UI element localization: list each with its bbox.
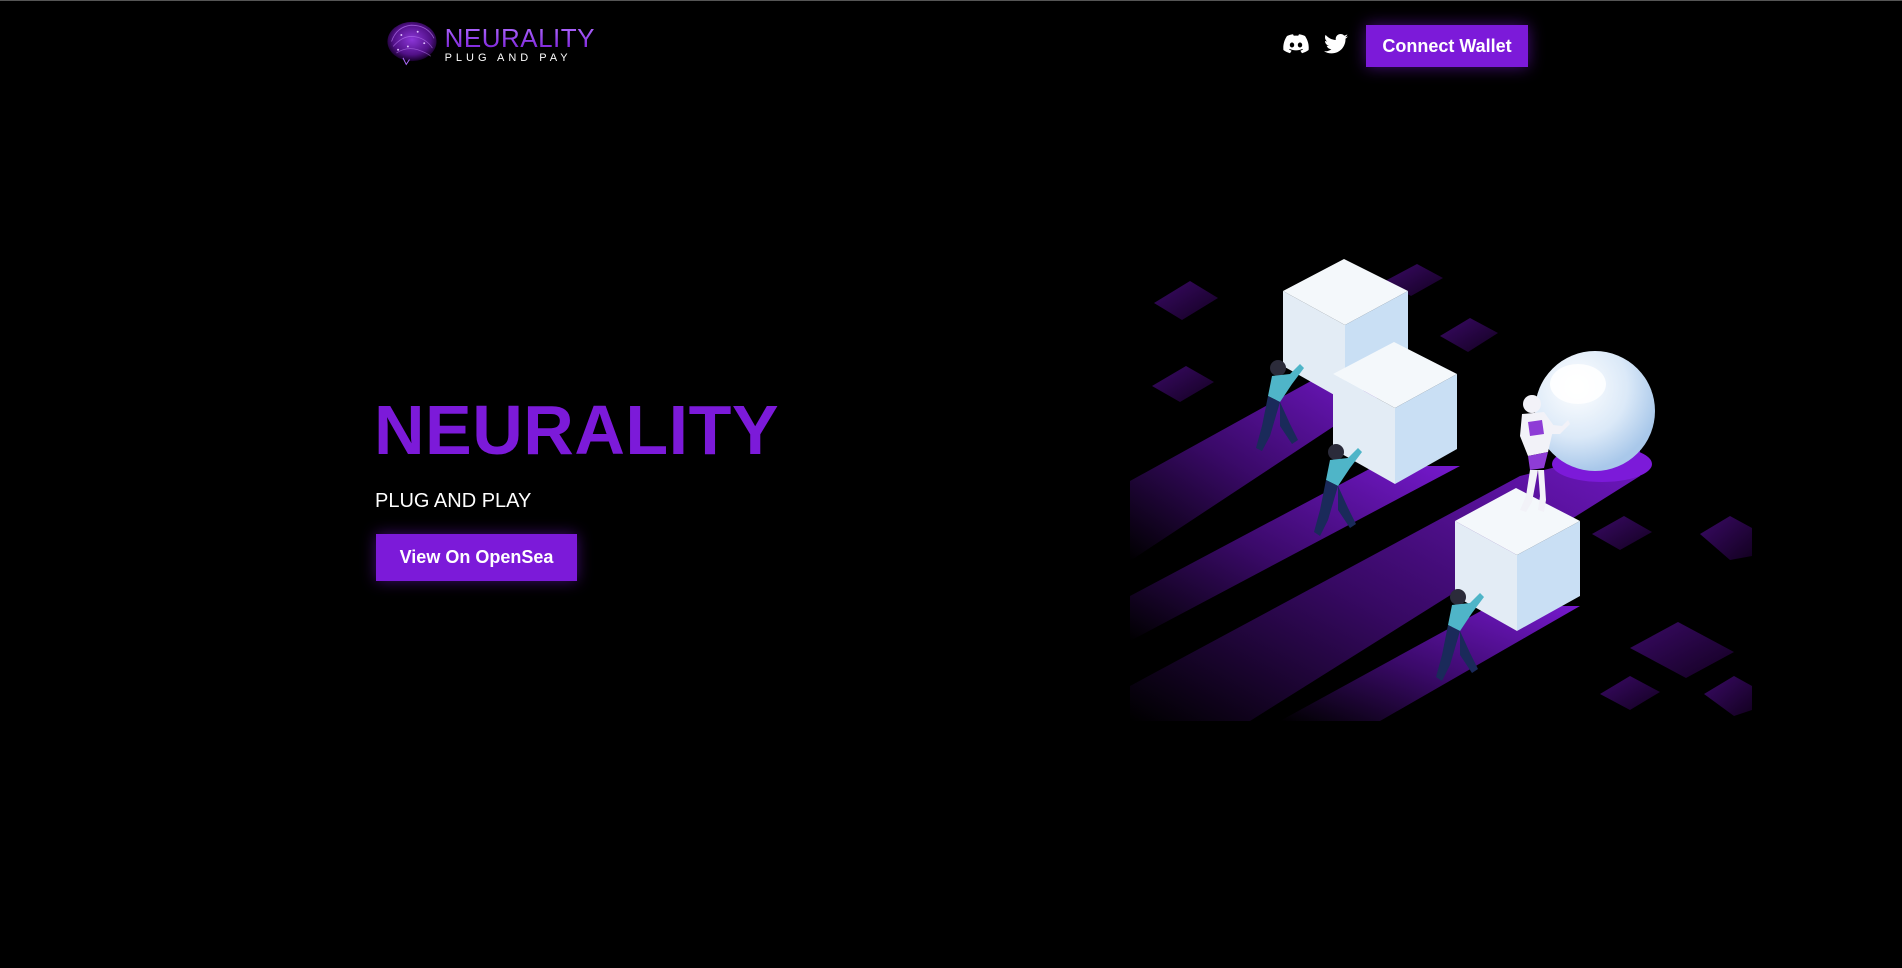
twitter-icon[interactable] <box>1323 31 1349 57</box>
brain-logo-icon <box>387 21 437 66</box>
logo-subtitle: PLUG AND PAY <box>444 51 572 64</box>
site-header: NEURALITY PLUG AND PAY Connect Wallet <box>0 1 1902 91</box>
page: NEURALITY PLUG AND PAY Connect Wallet NE… <box>0 0 1902 968</box>
logo-text: NEURALITY PLUG AND PAY <box>445 25 595 64</box>
hero-illustration <box>1130 259 1752 721</box>
social-links <box>1283 31 1349 57</box>
view-on-opensea-button[interactable]: View On OpenSea <box>376 534 577 581</box>
hero-subtitle: PLUG AND PLAY <box>375 490 532 512</box>
sphere <box>1535 351 1655 482</box>
hero-title: NEURALITY <box>374 391 780 469</box>
logo-title: NEURALITY <box>444 22 595 53</box>
logo[interactable]: NEURALITY PLUG AND PAY <box>385 13 595 75</box>
connect-wallet-button[interactable]: Connect Wallet <box>1366 25 1528 67</box>
discord-icon[interactable] <box>1283 31 1309 57</box>
